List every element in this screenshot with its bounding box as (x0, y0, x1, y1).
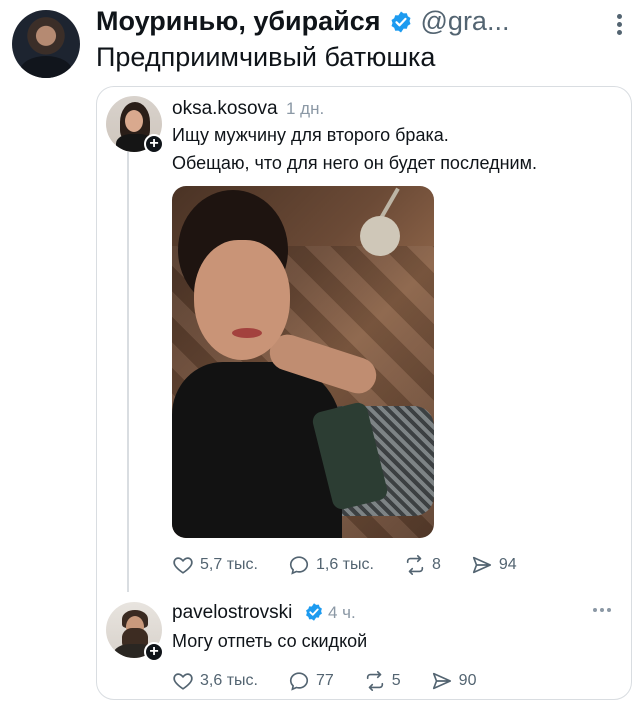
reply-action-bar: 3,6 тыс. 77 5 90 (172, 670, 506, 692)
send-icon (432, 672, 451, 690)
like-button[interactable]: 3,6 тыс. (172, 670, 258, 692)
more-options-icon[interactable] (616, 14, 622, 38)
repost-count: 5 (391, 672, 401, 689)
like-count: 5,7 тыс. (200, 556, 258, 573)
follow-plus-icon[interactable]: + (144, 642, 164, 662)
verified-badge-icon (391, 11, 411, 32)
quoted-text-line-1: Ищу мужчину для второго брака. (172, 125, 449, 145)
post-text: Предприимчивый батюшка (96, 42, 436, 72)
repost-button[interactable]: 8 (404, 554, 441, 576)
send-icon (472, 556, 491, 574)
reply-button[interactable]: 1,6 тыс. (288, 554, 374, 576)
reply-text: Могу отпеть со скидкой (172, 631, 368, 651)
thread-connector-line (127, 152, 129, 592)
post-header: Моуринью, убирайся @gra... (96, 6, 509, 37)
quoted-text-line-2: Обещаю, что для него он будет последним. (172, 153, 537, 173)
post-photo[interactable] (172, 186, 434, 538)
share-button[interactable]: 94 (471, 554, 517, 576)
author-handle[interactable]: @gra... (421, 6, 510, 37)
reply-username[interactable]: pavelostrovski (172, 602, 292, 624)
repost-button[interactable]: 5 (364, 670, 401, 692)
reply-more-options-icon[interactable] (593, 608, 611, 612)
repost-icon (366, 671, 383, 691)
like-button[interactable]: 5,7 тыс. (172, 554, 258, 576)
quoted-username[interactable]: oksa.kosova (172, 98, 278, 120)
reply-button[interactable]: 77 (288, 670, 334, 692)
heart-icon (173, 557, 193, 574)
reply-timestamp: 4 ч. (328, 603, 356, 622)
comment-bubble-icon (289, 672, 309, 691)
repost-icon (406, 555, 424, 575)
author-avatar[interactable] (12, 10, 80, 78)
share-button[interactable]: 90 (431, 670, 477, 692)
share-count: 90 (458, 672, 477, 689)
follow-plus-icon[interactable]: + (144, 134, 164, 154)
reply-count: 77 (315, 672, 334, 689)
like-count: 3,6 тыс. (200, 672, 258, 689)
author-name[interactable]: Моуринью, убирайся (96, 6, 381, 37)
repost-count: 8 (431, 556, 441, 573)
reply-count: 1,6 тыс. (315, 556, 374, 573)
verified-badge-icon (306, 603, 322, 621)
comment-bubble-icon (289, 556, 309, 575)
quoted-action-bar: 5,7 тыс. 1,6 тыс. 8 94 (172, 554, 547, 576)
heart-icon (173, 673, 193, 690)
quoted-timestamp: 1 дн. (286, 99, 325, 118)
share-count: 94 (498, 556, 517, 573)
